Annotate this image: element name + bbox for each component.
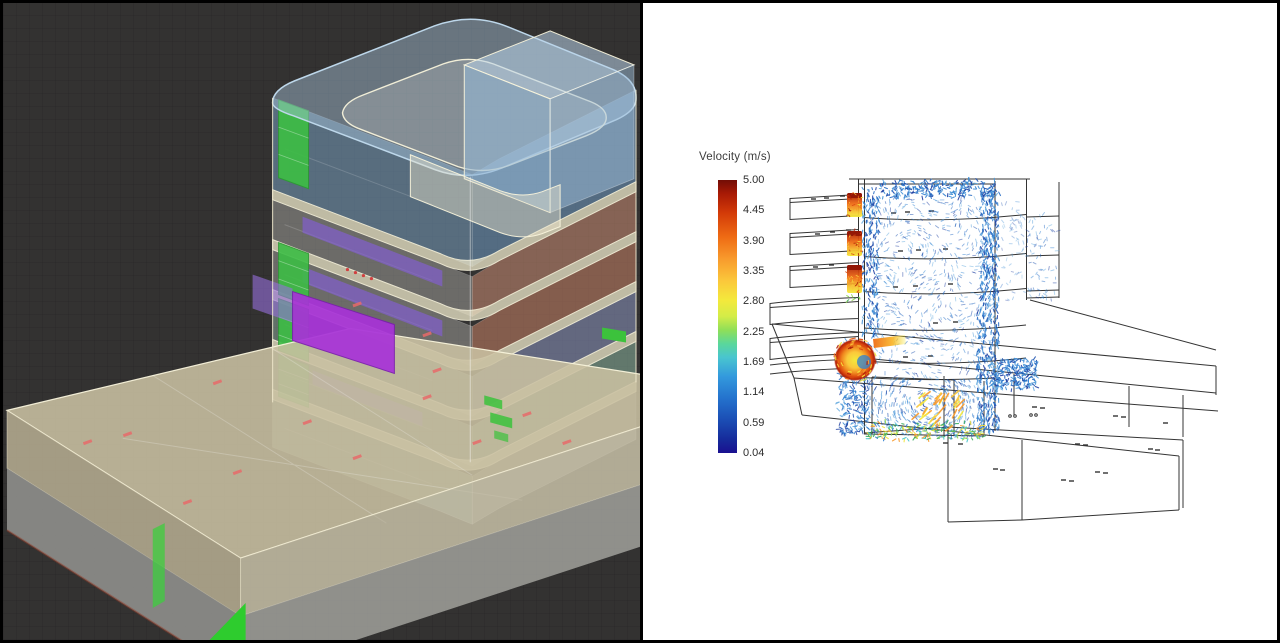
model-viewport xyxy=(3,3,640,640)
cfd-results-panel: Velocity (m/s) 5.00 4.45 3.90 3.35 2.80 2.25 1… xyxy=(643,3,1277,640)
velocity-legend: Velocity (m/s) 5.00 4.45 3.90 3.35 2.80 2.25 1… xyxy=(699,151,829,481)
legend-colorbar xyxy=(718,180,737,453)
building-model-render xyxy=(3,3,640,640)
legend-tick: 0.59 xyxy=(743,417,764,429)
legend-tick: 3.90 xyxy=(743,235,764,247)
podium xyxy=(7,328,640,640)
legend-title: Velocity (m/s) xyxy=(699,151,771,163)
legend-tick: 2.25 xyxy=(743,326,764,338)
figure-frame: Velocity (m/s) 5.00 4.45 3.90 3.35 2.80 2.25 1… xyxy=(0,0,1280,643)
legend-tick: 1.14 xyxy=(743,386,764,398)
legend-tick: 3.35 xyxy=(743,265,764,277)
legend-tick: 2.80 xyxy=(743,295,764,307)
legend-tick: 1.69 xyxy=(743,356,764,368)
legend-tick: 5.00 xyxy=(743,174,764,186)
legend-tick: 0.04 xyxy=(743,447,764,459)
legend-tick: 4.45 xyxy=(743,204,764,216)
